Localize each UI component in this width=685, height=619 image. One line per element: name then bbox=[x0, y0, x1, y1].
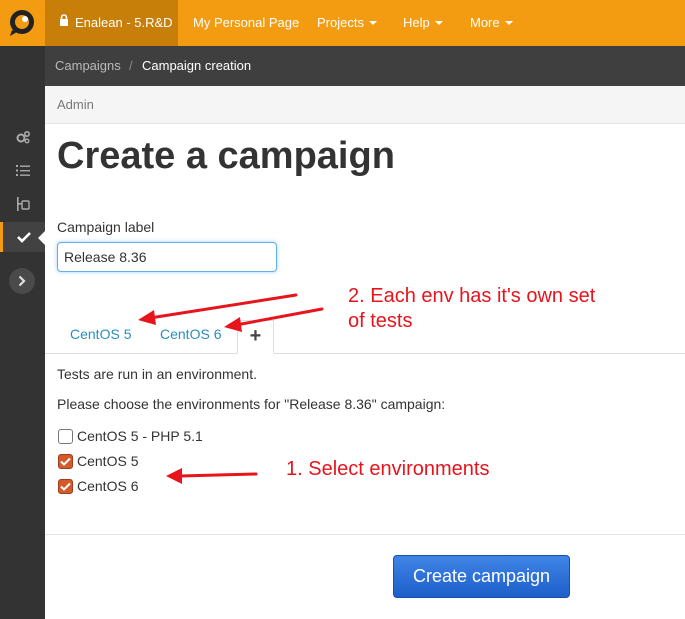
breadcrumb: Campaigns / Campaign creation bbox=[45, 46, 685, 86]
tab-centos-5[interactable]: CentOS 5 bbox=[70, 326, 131, 342]
arrow-to-tab-centos5 bbox=[148, 293, 298, 320]
tuleap-logo[interactable] bbox=[0, 0, 45, 46]
nav-label: Help bbox=[403, 15, 430, 30]
environments-intro: Tests are run in an environment. bbox=[57, 366, 257, 382]
nav-my-personal-page[interactable]: My Personal Page bbox=[193, 0, 299, 46]
checkbox-checked[interactable] bbox=[58, 478, 73, 494]
logo-icon bbox=[10, 10, 34, 36]
page-title: Create a campaign bbox=[57, 135, 395, 177]
gears-icon[interactable] bbox=[0, 122, 45, 152]
checkbox-checked[interactable] bbox=[58, 453, 73, 469]
nav-project[interactable]: Enalean - 5.R&D bbox=[45, 0, 178, 46]
arrowhead-icon bbox=[166, 468, 182, 484]
active-indicator-icon bbox=[38, 230, 46, 246]
nav-label: Projects bbox=[317, 15, 364, 30]
caret-down-icon bbox=[368, 20, 377, 25]
checkmark-icon bbox=[60, 457, 71, 466]
caret-down-icon bbox=[434, 20, 443, 25]
nav-project-label: Enalean - 5.R&D bbox=[75, 15, 173, 30]
arrowhead-icon bbox=[138, 310, 156, 325]
lock-icon bbox=[59, 0, 69, 45]
env-option-label: CentOS 5 - PHP 5.1 bbox=[77, 428, 203, 444]
env-option-centos5-php51[interactable]: CentOS 5 - PHP 5.1 bbox=[58, 427, 203, 445]
campaign-label-input[interactable] bbox=[57, 242, 277, 272]
arrow-to-checkboxes bbox=[178, 472, 258, 478]
tabs-border bbox=[45, 353, 685, 354]
breadcrumb-campaigns[interactable]: Campaigns bbox=[55, 46, 121, 86]
env-option-centos6[interactable]: CentOS 6 bbox=[58, 477, 138, 495]
caret-down-icon bbox=[504, 20, 513, 25]
sidebar bbox=[0, 46, 46, 619]
check-icon[interactable] bbox=[0, 222, 46, 252]
add-tab-button[interactable]: + bbox=[237, 320, 274, 354]
breadcrumb-current: Campaign creation bbox=[142, 58, 252, 73]
checkmark-icon bbox=[60, 482, 71, 491]
nav-help[interactable]: Help bbox=[403, 0, 443, 46]
list-icon[interactable] bbox=[0, 155, 45, 185]
nav-label: More bbox=[470, 15, 500, 30]
tab-centos-6[interactable]: CentOS 6 bbox=[160, 326, 221, 342]
nav-projects[interactable]: Projects bbox=[317, 0, 377, 46]
environments-prompt: Please choose the environments for "Rele… bbox=[57, 396, 446, 412]
checkbox[interactable] bbox=[58, 428, 73, 444]
breadcrumb-separator: / bbox=[129, 58, 133, 73]
nav-label: My Personal Page bbox=[193, 15, 300, 30]
annotation-tabs-line1: 2. Each env has it's own set bbox=[348, 285, 596, 307]
campaign-label-text: Campaign label bbox=[57, 219, 155, 235]
hierarchy-icon[interactable] bbox=[0, 189, 45, 219]
admin-link[interactable]: Admin bbox=[57, 97, 94, 112]
annotation-tabs-line2: of tests bbox=[348, 310, 413, 332]
top-navbar: Enalean - 5.R&D My Personal Page Project… bbox=[0, 0, 685, 46]
nav-more[interactable]: More bbox=[470, 0, 513, 46]
admin-bar: Admin bbox=[45, 86, 685, 124]
create-campaign-button[interactable]: Create campaign bbox=[393, 555, 570, 598]
env-option-label: CentOS 5 bbox=[77, 453, 139, 469]
env-option-centos5[interactable]: CentOS 5 bbox=[58, 452, 138, 470]
env-option-label: CentOS 6 bbox=[77, 478, 139, 494]
annotation-select: 1. Select environments bbox=[286, 458, 490, 480]
form-divider bbox=[45, 534, 685, 535]
chevron-right-icon[interactable] bbox=[9, 268, 35, 294]
